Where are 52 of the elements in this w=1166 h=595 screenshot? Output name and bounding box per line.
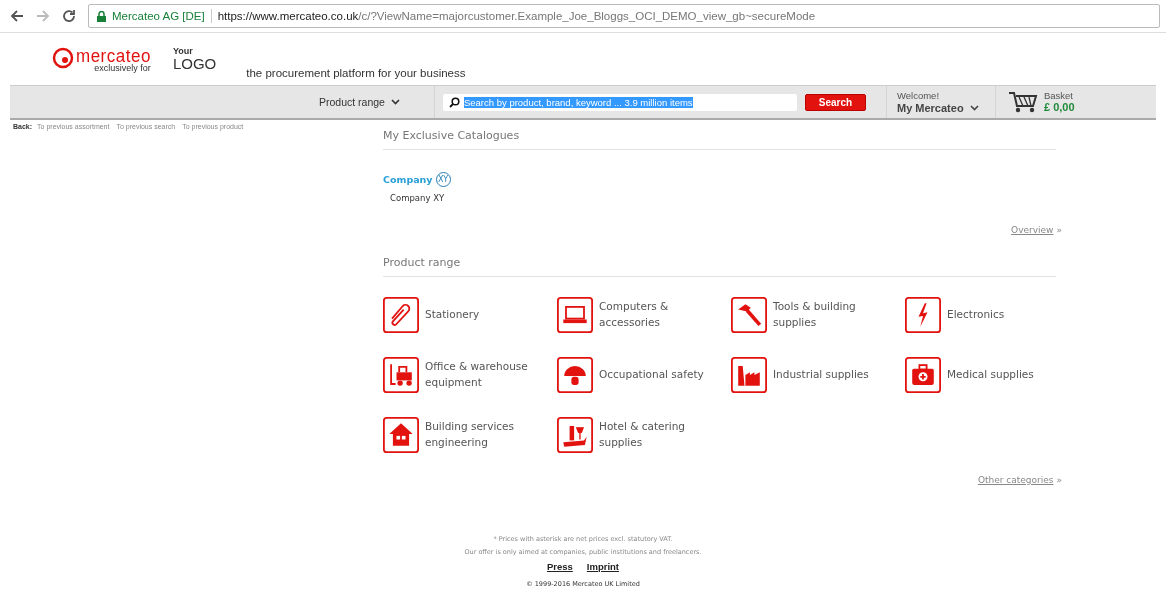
url-text: https://www.mercateo.co.uk/c/?ViewName=majorcustomer.Example_Joe_Bloggs_OCI_DEMO_view_gb~secureMode [217,10,816,22]
category-link[interactable]: Stationery [425,307,545,323]
account-menu[interactable]: My Mercateo [896,101,995,114]
chevron-mark: » [1056,225,1062,235]
chevron-mark: » [1056,475,1062,485]
welcome-text: Welcome! [896,90,941,102]
padlock-icon [97,10,106,22]
house-icon[interactable] [383,417,419,453]
site-identity: Mercateo AG [DE] [112,10,205,22]
ring-logo-icon [52,47,74,69]
brand-name: mercateo [76,46,151,65]
factory-icon[interactable] [731,357,767,393]
tray-icon[interactable] [557,417,593,453]
footer-link[interactable]: Press [546,561,573,572]
category-link[interactable]: Tools & building supplies [773,299,893,331]
medkit-icon[interactable] [905,357,941,393]
section-heading: Product range [383,253,1056,277]
search-button[interactable]: Search [804,93,866,111]
logo-text: LOGO [172,56,217,71]
address-bar[interactable]: Mercateo AG [DE] https://www.mercateo.co.uk/c/?ViewName=majorcustomer.Example_Joe_Bloggs_OCI_DEMO_view_gb~secureMode [88,4,1160,28]
reload-icon[interactable] [62,9,76,23]
catalogue-name: Company XY [390,193,446,203]
catalogue-logo[interactable]: Company XY [383,172,1056,187]
category-link[interactable]: Computers & accessories [599,299,719,331]
footer-link[interactable]: Imprint [586,561,620,572]
section-heading: My Exclusive Catalogues [383,126,1056,150]
other-categories-link[interactable]: Other categories [977,475,1054,485]
category-link[interactable]: Occupational safety [599,367,719,383]
category-link[interactable]: Building services engineering [425,419,545,451]
back-arrow-icon[interactable] [10,9,24,23]
laptop-icon[interactable] [557,297,593,333]
tagline: the procurement platform for your business [246,67,466,79]
category-link[interactable]: Hotel & catering supplies [599,419,719,451]
clip-icon[interactable] [383,297,419,333]
shopping-cart-icon[interactable] [1007,91,1038,113]
category-link[interactable]: Industrial supplies [773,367,893,383]
overview-link[interactable]: Overview [1011,225,1054,235]
bolt-icon[interactable] [905,297,941,333]
chevron-down-icon [390,99,400,105]
helmet-icon[interactable] [557,357,593,393]
category-link[interactable]: Office & warehouse equipment [425,359,545,391]
search-icon [448,96,460,108]
hammer-icon[interactable] [731,297,767,333]
forklift-icon[interactable] [383,357,419,393]
basket-label: Basket [1043,89,1074,102]
basket-total: £ 0,00 [1043,101,1075,115]
category-link[interactable]: Electronics [947,307,1067,323]
product-range-menu[interactable]: Product range [319,86,435,118]
logo-caption: Your [172,47,194,56]
brand-subtitle: exclusively for [94,64,151,73]
chevron-down-icon [969,104,979,111]
category-link[interactable]: Medical supplies [947,367,1067,383]
